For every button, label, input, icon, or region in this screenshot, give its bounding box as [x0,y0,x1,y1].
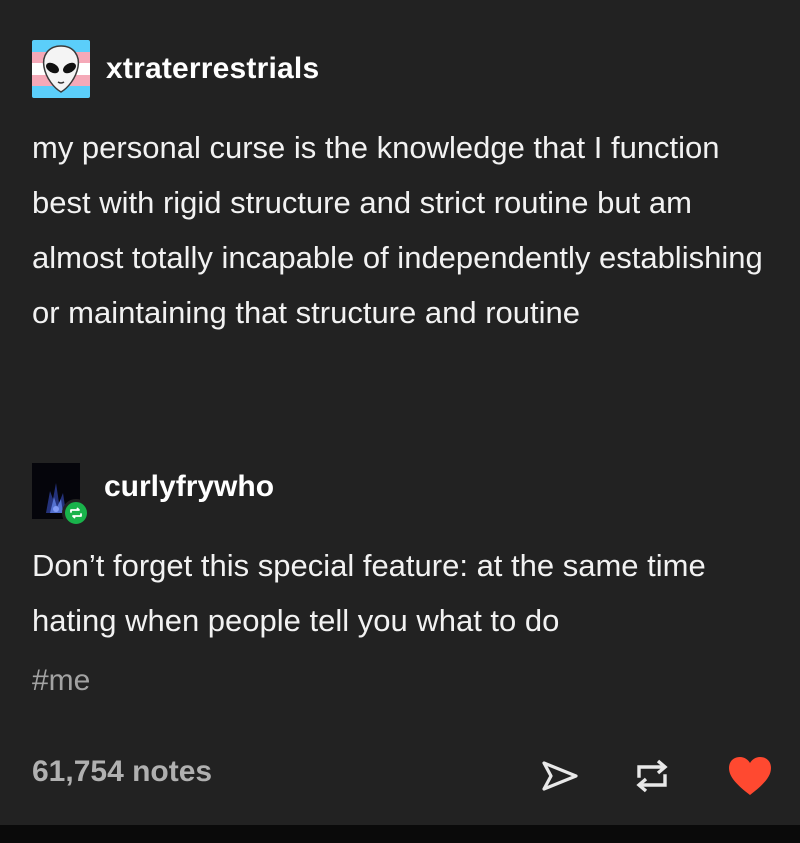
like-button[interactable] [726,752,774,800]
avatar[interactable] [32,40,90,98]
reblogger-name[interactable]: curlyfrywho [104,470,274,504]
reblog-header: curlyfrywho [32,460,274,527]
reblog-button[interactable] [628,752,676,800]
post-header: xtraterrestrials [32,40,319,98]
notes-count[interactable]: 61,754 notes [32,755,212,789]
author-name[interactable]: xtraterrestrials [106,52,319,86]
reblog-icon [636,759,668,793]
share-icon [542,761,578,791]
alien-icon [42,45,80,93]
share-button[interactable] [536,752,584,800]
reblog-badge [62,499,90,527]
reblogger-avatar[interactable] [32,463,90,527]
heart-icon [729,757,771,795]
post-card: xtraterrestrials my personal curse is th… [0,0,800,825]
post-body: my personal curse is the knowledge that … [32,130,763,330]
bottom-strip [0,825,800,843]
reblog-body: Don’t forget this special feature: at th… [32,548,706,638]
reblog-icon [70,507,82,519]
tag-link[interactable]: #me [32,664,90,698]
